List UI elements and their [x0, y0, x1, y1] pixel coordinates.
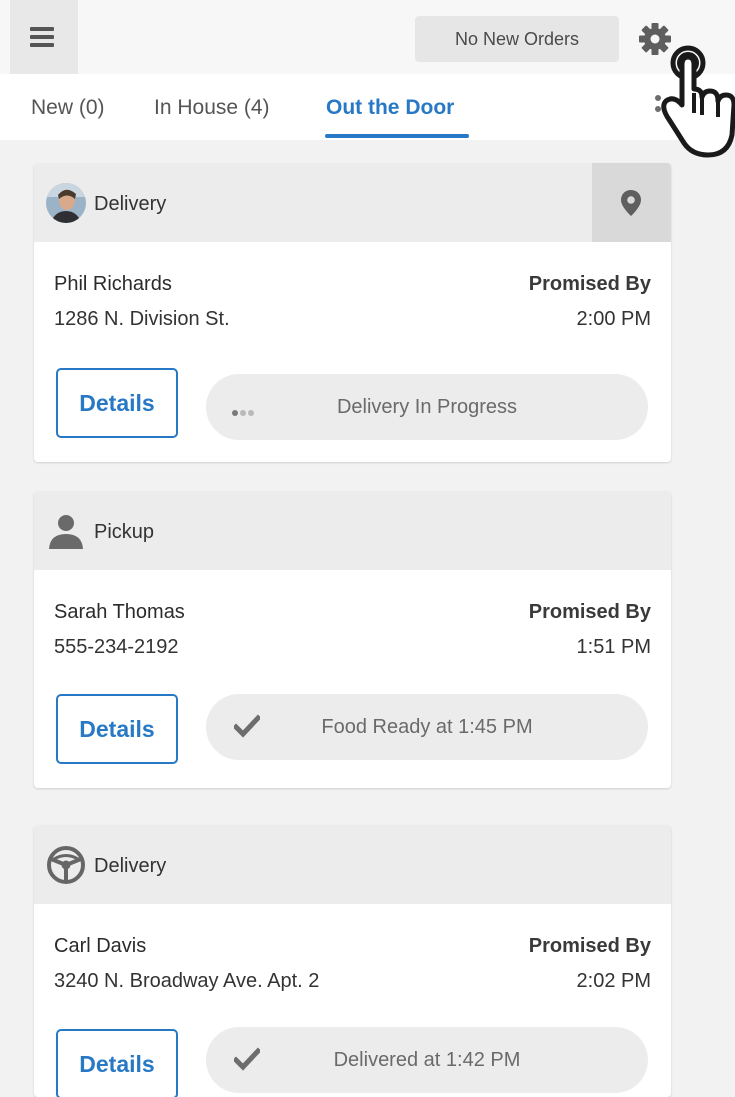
order-card-body: Carl Davis 3240 N. Broadway Ave. Apt. 2 …	[34, 904, 671, 1097]
order-status-text: Food Ready at 1:45 PM	[321, 716, 533, 738]
person-icon	[49, 515, 83, 549]
order-card-header: Pickup	[34, 491, 671, 570]
promised-by-label: Promised By	[528, 935, 651, 957]
promised-time: 2:00 PM	[576, 308, 651, 330]
details-button[interactable]: Details	[56, 694, 178, 764]
order-status-label: No New Orders	[454, 28, 580, 49]
order-type-label: Delivery	[94, 193, 167, 215]
top-bar: No New Orders	[0, 0, 735, 74]
order-status-track[interactable]: Food Ready at 1:45 PM	[206, 694, 648, 760]
customer-name: Carl Davis	[54, 935, 147, 957]
customer-name: Sarah Thomas	[54, 601, 185, 623]
pointer-hand-cursor-icon	[661, 45, 735, 158]
customer-address: 1286 N. Division St.	[54, 308, 230, 330]
order-card-body: Phil Richards 1286 N. Division St. Promi…	[34, 242, 671, 462]
map-pin-icon	[621, 190, 641, 216]
order-status-pill: No New Orders	[415, 16, 619, 62]
order-status-text: Delivery In Progress	[336, 396, 518, 418]
customer-phone: 555-234-2192	[54, 636, 179, 658]
promised-time: 1:51 PM	[576, 636, 651, 658]
order-card-header: Delivery	[34, 825, 671, 904]
driver-avatar	[46, 183, 86, 223]
tab-out-the-door[interactable]: Out the Door	[326, 96, 454, 120]
details-button[interactable]: Details	[56, 1029, 178, 1097]
menu-button[interactable]	[10, 0, 78, 74]
promised-by-label: Promised By	[528, 601, 651, 623]
tab-new[interactable]: New (0)	[31, 96, 105, 120]
details-button-label: Details	[79, 389, 155, 416]
order-type-label: Pickup	[94, 521, 155, 543]
promised-time: 2:02 PM	[576, 970, 651, 992]
order-card-header: Delivery	[34, 163, 671, 242]
details-button[interactable]: Details	[56, 368, 178, 438]
details-button-label: Details	[79, 715, 155, 742]
order-card: Delivery Phil Richards 1286 N. Division …	[34, 163, 671, 462]
details-button-label: Details	[79, 1050, 155, 1077]
order-type-label: Delivery	[94, 855, 167, 877]
order-tabs: New (0) In House (4) Out the Door	[0, 74, 735, 140]
active-tab-indicator	[325, 134, 469, 138]
order-status-track[interactable]: Delivery In Progress	[206, 374, 648, 440]
steering-wheel-icon	[47, 846, 85, 884]
order-card: Pickup Sarah Thomas 555-234-2192 Promise…	[34, 491, 671, 788]
customer-name: Phil Richards	[54, 273, 172, 295]
order-card-body: Sarah Thomas 555-234-2192 Promised By 1:…	[34, 570, 671, 788]
map-button[interactable]	[592, 163, 671, 242]
order-status-track[interactable]: Delivered at 1:42 PM	[206, 1027, 648, 1093]
customer-address: 3240 N. Broadway Ave. Apt. 2	[54, 970, 320, 992]
promised-by-label: Promised By	[528, 273, 651, 295]
order-card: Delivery Carl Davis 3240 N. Broadway Ave…	[34, 825, 671, 1097]
order-status-text: Delivered at 1:42 PM	[333, 1049, 521, 1071]
tab-in-house[interactable]: In House (4)	[154, 96, 270, 120]
